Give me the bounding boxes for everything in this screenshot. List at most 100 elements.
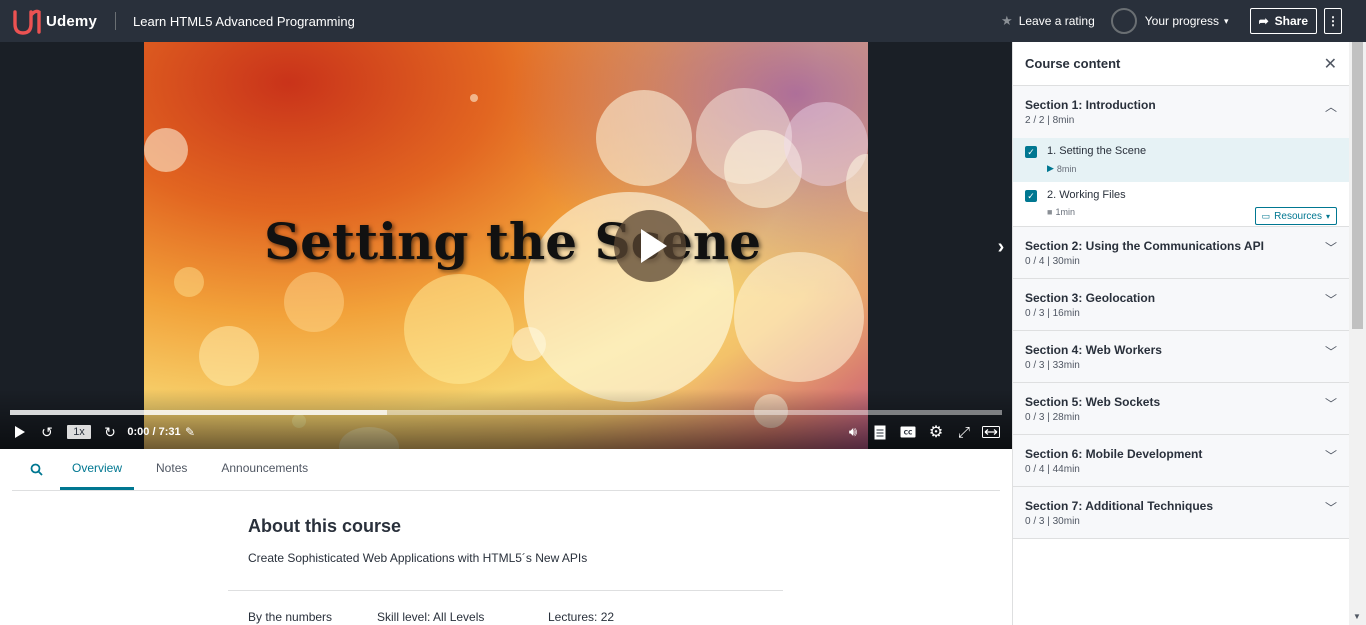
add-note-button[interactable]: ✎ (183, 422, 197, 442)
udemy-logo-icon (13, 9, 41, 35)
resources-label: Resources (1274, 210, 1322, 222)
lecture-title: 2. Working Files (1047, 189, 1126, 201)
section-item[interactable]: Section 2: Using the Communications API … (1013, 227, 1349, 279)
section-item[interactable]: Section 5: Web Sockets 0 / 3 | 28min ﹀ (1013, 383, 1349, 435)
settings-button[interactable]: ⚙ (927, 422, 945, 442)
chevron-down-icon: ﹀ (1324, 241, 1337, 255)
lecture-duration: 8min (1056, 163, 1077, 174)
fullscreen-icon: ⤢ (957, 423, 970, 441)
volume-icon: 🔊︎ (848, 424, 858, 439)
chevron-down-icon: ▾ (1325, 211, 1330, 221)
section-item[interactable]: Section 4: Web Workers 0 / 3 | 33min ﹀ (1013, 331, 1349, 383)
play-button[interactable] (12, 422, 28, 442)
checkbox[interactable]: ✓ (1025, 146, 1037, 158)
section-meta: 0 / 3 | 16min (1025, 308, 1080, 319)
time-text: 0:00 / 7:31 (127, 426, 181, 438)
bokeh (470, 94, 478, 102)
your-progress-button[interactable]: Your progress ▾ (1110, 8, 1229, 34)
section-item[interactable]: Section 6: Mobile Development 0 / 4 | 44… (1013, 435, 1349, 487)
about-title: About this course (248, 516, 402, 536)
by-the-numbers-label: By the numbers (248, 610, 333, 624)
resources-button[interactable]: ▭ Resources ▾ (1254, 207, 1337, 225)
page-scrollbar[interactable]: ▼ (1349, 42, 1366, 625)
transcript-button[interactable] (872, 422, 888, 442)
about-subtitle: Create Sophisticated Web Applications wi… (248, 551, 588, 565)
volume-button[interactable]: 🔊︎ (844, 422, 862, 442)
next-lecture-button[interactable]: › (990, 228, 1012, 266)
close-icon[interactable]: ✕ (1324, 54, 1337, 74)
transcript-icon (874, 425, 886, 439)
bokeh (144, 128, 188, 172)
section-meta: 0 / 3 | 28min (1025, 412, 1080, 423)
section-meta: 0 / 4 | 44min (1025, 464, 1080, 475)
rewind-button[interactable]: ↺ (39, 422, 55, 442)
play-icon (641, 229, 667, 263)
your-progress-label: Your progress (1144, 14, 1220, 28)
video-player[interactable]: Setting the Scene › ↺ 1x ↻ 0:00 / 7:31 ✎… (0, 42, 1012, 449)
header-divider (115, 12, 117, 30)
course-content-sidebar: Course content ✕ Section 1: Introduction… (1012, 42, 1349, 625)
chevron-down-icon: ﹀ (1324, 293, 1337, 307)
section-title: Section 3: Geolocation (1025, 291, 1156, 305)
search-button[interactable] (12, 449, 60, 490)
section-header[interactable]: Section 1: Introduction 2 / 2 | 8min ︿ (1025, 98, 1337, 138)
skill-level-text: Skill level: All Levels (377, 610, 485, 624)
forward-icon: ↻ (104, 423, 116, 440)
leave-rating-label: Leave a rating (1018, 14, 1095, 28)
fullscreen-button[interactable]: ⤢ (955, 422, 973, 442)
lecture-item[interactable]: ✓ 2. Working Files ■ 1min ▭ Resources ▾ (1013, 182, 1349, 226)
chevron-down-icon: ▾ (1224, 15, 1229, 26)
leave-rating-button[interactable]: ★ Leave a rating (1001, 13, 1095, 29)
lecture-duration: 1min (1055, 207, 1075, 217)
progress-scrubber[interactable] (10, 410, 1002, 415)
udemy-logo[interactable]: Udemy (12, 0, 97, 42)
progress-ring-icon (1110, 8, 1137, 34)
tab-overview[interactable]: Overview (60, 449, 135, 490)
section-meta: 0 / 3 | 30min (1025, 516, 1080, 527)
course-title[interactable]: Learn HTML5 Advanced Programming (133, 14, 355, 29)
section-title: Section 7: Additional Techniques (1025, 499, 1214, 513)
section-title: Section 4: Web Workers (1025, 343, 1162, 357)
chevron-down-icon: ﹀ (1324, 397, 1337, 411)
top-bar: Udemy Learn HTML5 Advanced Programming ★… (0, 0, 1366, 42)
time-display: 0:00 / 7:31 (126, 422, 182, 442)
content-tabs: Overview Notes Announcements (12, 449, 1000, 491)
bokeh (404, 274, 514, 384)
scroll-down-arrow-icon[interactable]: ▼ (1353, 612, 1361, 621)
section-item[interactable]: Section 7: Additional Techniques 0 / 3 |… (1013, 487, 1349, 539)
play-overlay-button[interactable] (614, 210, 686, 282)
captions-icon: CC (900, 426, 916, 438)
tab-notes[interactable]: Notes (144, 449, 199, 490)
share-label: Share (1274, 14, 1308, 28)
sidebar-title: Course content (1025, 56, 1121, 71)
forward-button[interactable]: ↻ (102, 422, 118, 442)
section-item[interactable]: Section 3: Geolocation 0 / 3 | 16min ﹀ (1013, 279, 1349, 331)
more-options-button[interactable]: ⋮ (1324, 8, 1342, 34)
star-icon: ★ (1001, 13, 1013, 28)
checkbox[interactable]: ✓ (1025, 190, 1037, 202)
svg-text:CC: CC (904, 430, 913, 437)
share-button[interactable]: ➦ Share (1249, 8, 1317, 34)
more-options-icon: ⋮ (1327, 14, 1339, 28)
expand-view-button[interactable] (981, 422, 1001, 442)
folder-icon: ▭ (1261, 210, 1271, 221)
lecture-item[interactable]: ✓ 1. Setting the Scene ▶ 8min (1013, 138, 1349, 182)
bokeh (596, 90, 692, 186)
chevron-down-icon: ﹀ (1324, 345, 1337, 359)
video-frame[interactable]: Setting the Scene (144, 42, 868, 449)
bokeh (199, 326, 259, 386)
bokeh (734, 252, 864, 382)
file-icon: ■ (1047, 207, 1053, 217)
gear-icon: ⚙ (928, 424, 944, 441)
section-title: Section 6: Mobile Development (1025, 447, 1203, 461)
note-icon: ✎ (184, 425, 196, 439)
playback-speed-button[interactable]: 1x (64, 422, 94, 442)
play-icon (15, 426, 25, 438)
tab-announcements[interactable]: Announcements (209, 449, 320, 490)
play-circle-icon: ▶ (1047, 163, 1054, 173)
captions-button[interactable]: CC (899, 422, 917, 442)
chevron-down-icon: ﹀ (1324, 449, 1337, 463)
section-meta: 0 / 4 | 30min (1025, 256, 1080, 267)
section-item: Section 1: Introduction 2 / 2 | 8min ︿ ✓… (1013, 86, 1349, 227)
scrollbar-thumb[interactable] (1352, 42, 1363, 329)
